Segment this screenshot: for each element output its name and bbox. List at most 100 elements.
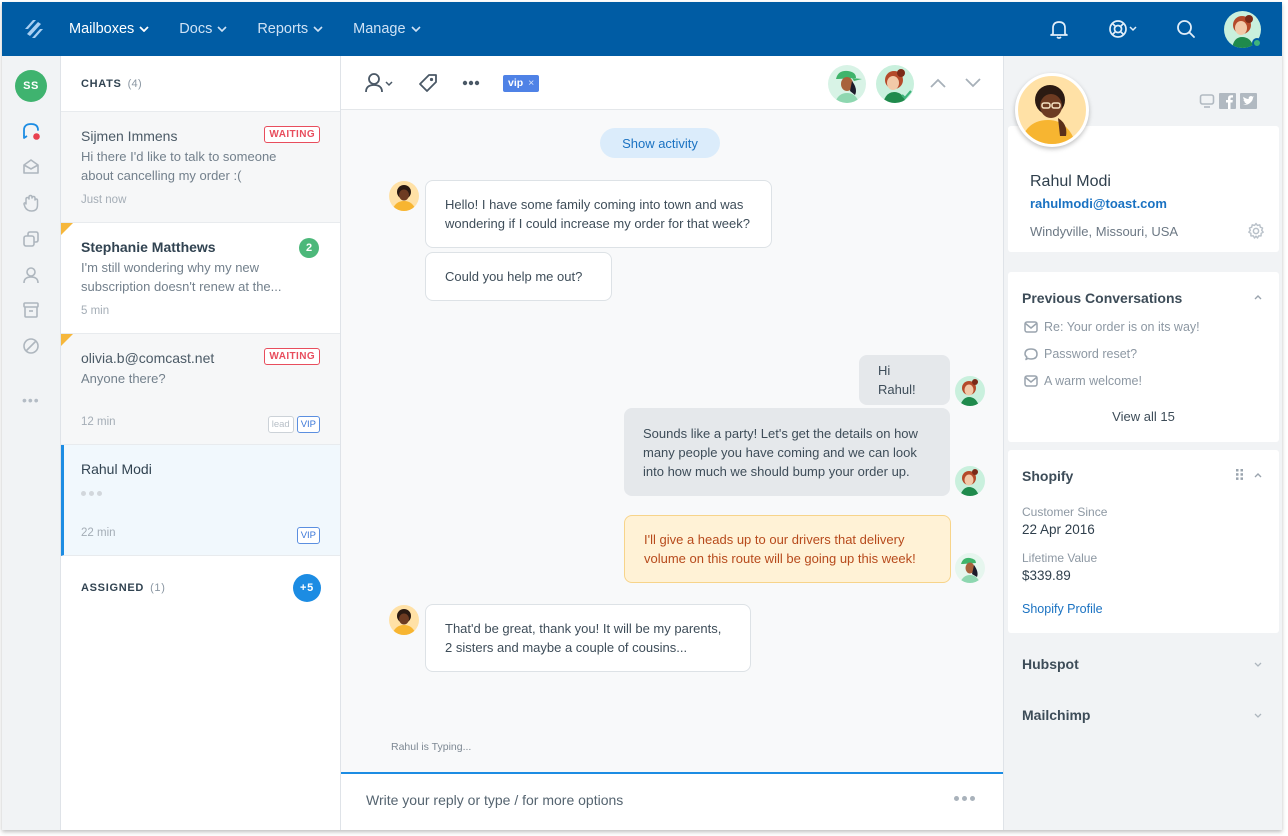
tag-list: VIP: [296, 527, 320, 544]
unread-count-badge: 2: [299, 238, 319, 258]
chat-list-item[interactable]: Sijmen Immens WAITING Hi there I'd like …: [61, 112, 340, 223]
assign-user-icon[interactable]: [365, 72, 395, 94]
chat-list-item-selected[interactable]: Rahul Modi 22 min VIP: [61, 445, 340, 556]
show-activity-button[interactable]: Show activity: [600, 128, 720, 158]
twitter-icon[interactable]: [1240, 93, 1257, 109]
customer-portrait-icon: [392, 185, 416, 211]
tag-vip: VIP: [296, 416, 320, 433]
customer-portrait-icon: [392, 609, 416, 635]
agent-portrait-icon: [835, 70, 862, 103]
collaborator-avatar: [955, 553, 985, 583]
typing-status: Rahul is Typing...: [391, 741, 472, 753]
timestamp: Just now: [81, 194, 127, 206]
customer-since-value: 22 Apr 2016: [1022, 522, 1095, 537]
chat-list-item[interactable]: Stephanie Matthews 2 I'm still wondering…: [61, 223, 340, 334]
more-icon[interactable]: •••: [22, 392, 40, 408]
next-conversation-icon[interactable]: [964, 77, 982, 89]
blocked-icon[interactable]: [21, 336, 41, 356]
section-title: Previous Conversations: [1022, 290, 1183, 306]
previous-conversation-link[interactable]: A warm welcome!: [1024, 374, 1142, 388]
customer-since-label: Customer Since: [1022, 505, 1108, 519]
tag-vip: VIP: [296, 527, 320, 544]
timestamp: 12 min: [81, 416, 116, 428]
person-icon[interactable]: [21, 265, 41, 285]
conversation-panel: vip × Show activity Hello! I have some f…: [341, 56, 1003, 830]
gear-icon[interactable]: [1247, 222, 1265, 240]
section-title: Mailchimp: [1022, 707, 1091, 723]
lifetime-value-label: Lifetime Value: [1022, 551, 1098, 565]
agent-portrait-icon: [883, 69, 912, 103]
mailchimp-section[interactable]: Mailchimp: [1008, 697, 1279, 733]
agent-message: Hi Rahul!: [859, 355, 950, 405]
lifetime-value: $339.89: [1022, 568, 1071, 583]
typing-indicator: [81, 491, 320, 496]
nav-docs[interactable]: Docs: [179, 21, 227, 37]
customer-name: Rahul Modi: [1030, 173, 1111, 190]
chevron-down-icon: [410, 26, 421, 32]
previous-conversations-card: Previous Conversations Re: Your order is…: [1008, 272, 1279, 442]
search-icon[interactable]: [1175, 18, 1197, 40]
priority-flag-icon: [61, 334, 73, 346]
more-assigned-badge[interactable]: +5: [293, 574, 321, 602]
tag-list: lead VIP: [267, 416, 320, 433]
contact-name: Stephanie Matthews: [81, 239, 216, 255]
archive-icon[interactable]: [21, 300, 41, 320]
previous-conversation-icon[interactable]: [929, 77, 947, 89]
chevron-down-icon: [217, 26, 227, 32]
collaborator-avatar[interactable]: [828, 65, 866, 103]
more-actions-icon[interactable]: [462, 80, 480, 86]
help-lifebuoy-icon[interactable]: [1107, 18, 1139, 40]
previous-conversation-link[interactable]: Re: Your order is on its way!: [1024, 320, 1200, 334]
reply-input[interactable]: [366, 792, 926, 808]
agent-portrait-icon: [960, 379, 979, 406]
hubspot-section[interactable]: Hubspot: [1008, 646, 1279, 682]
shopify-profile-link[interactable]: Shopify Profile: [1022, 602, 1103, 616]
chat-icon[interactable]: [21, 121, 41, 141]
internal-note-message: I'll give a heads up to our drivers that…: [624, 515, 951, 583]
chevron-down-icon: [313, 26, 323, 32]
drag-handle-icon[interactable]: [1236, 469, 1243, 480]
chevron-down-icon: [1254, 662, 1262, 667]
customer-avatar: [389, 181, 419, 211]
facebook-icon[interactable]: [1219, 93, 1236, 109]
nav-manage[interactable]: Manage: [353, 21, 421, 37]
user-initials-avatar[interactable]: SS: [15, 70, 47, 102]
copy-icon[interactable]: [21, 229, 41, 249]
contact-name: Rahul Modi: [81, 461, 152, 477]
conversation-toolbar: vip ×: [341, 56, 1003, 110]
helpscout-logo-icon[interactable]: [22, 17, 46, 41]
inbox-icon[interactable]: [21, 157, 41, 177]
customer-email-link[interactable]: rahulmodi@toast.com: [1030, 196, 1167, 211]
chat-list-panel: CHATS (4) Sijmen Immens WAITING Hi there…: [61, 56, 341, 830]
nav-mailboxes[interactable]: Mailboxes: [69, 21, 149, 37]
agent-portrait-icon: [960, 469, 979, 496]
message-preview: Hi there I'd like to talk to someone abo…: [81, 149, 277, 183]
hand-icon[interactable]: [21, 193, 41, 213]
online-status-indicator: [1252, 38, 1262, 48]
customer-avatar-large: [1015, 73, 1089, 147]
assignee-avatar[interactable]: [876, 65, 914, 103]
chevron-up-icon[interactable]: [1253, 294, 1263, 300]
top-navigation-bar: Mailboxes Docs Reports Manage: [2, 2, 1282, 56]
bell-icon[interactable]: [1048, 18, 1070, 40]
agent-portrait-icon: [960, 557, 980, 583]
remove-tag-icon[interactable]: ×: [528, 77, 534, 89]
message-preview: Anyone there?: [81, 371, 166, 386]
web-chat-icon[interactable]: [1199, 93, 1215, 109]
timestamp: 22 min: [81, 527, 116, 539]
assigned-section-header[interactable]: ASSIGNED (1) +5: [61, 556, 340, 620]
view-all-conversations-link[interactable]: View all 15: [1008, 409, 1279, 424]
chevron-down-icon: [139, 26, 149, 32]
customer-message: That'd be great, thank you! It will be m…: [425, 604, 751, 672]
chat-list-item[interactable]: olivia.b@comcast.net WAITING Anyone ther…: [61, 334, 340, 445]
reply-box: [341, 772, 1003, 830]
main-nav: Mailboxes Docs Reports Manage: [69, 2, 451, 56]
customer-portrait-icon: [1020, 85, 1076, 144]
reply-options-icon[interactable]: [954, 796, 975, 801]
nav-reports[interactable]: Reports: [257, 21, 323, 37]
previous-conversation-link[interactable]: Password reset?: [1024, 347, 1137, 361]
shopify-card: Shopify Customer Since 22 Apr 2016 Lifet…: [1008, 450, 1279, 633]
chevron-up-icon[interactable]: [1253, 472, 1263, 478]
tag-icon[interactable]: [417, 72, 439, 94]
vip-tag-chip[interactable]: vip ×: [503, 75, 540, 92]
